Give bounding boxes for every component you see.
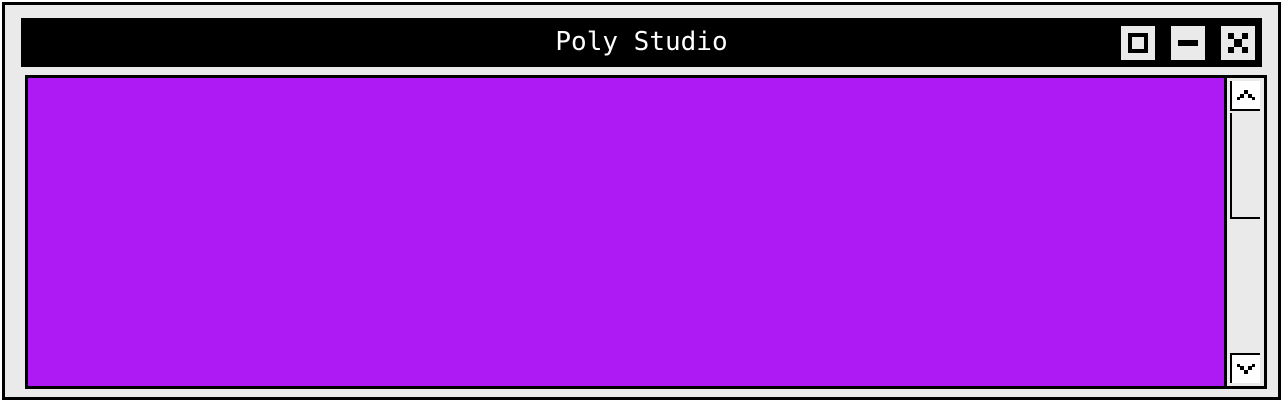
canvas-area[interactable] [28, 78, 1227, 386]
window-title: Poly Studio [555, 27, 728, 57]
scrollbar-thumb[interactable] [1230, 113, 1260, 219]
maximize-button[interactable] [1121, 26, 1155, 60]
close-icon [1228, 33, 1248, 53]
scroll-down-button[interactable] [1230, 353, 1260, 383]
close-button[interactable] [1221, 26, 1255, 60]
title-bar[interactable]: Poly Studio [21, 18, 1262, 67]
maximize-icon [1128, 33, 1148, 53]
vertical-scrollbar[interactable] [1227, 78, 1264, 386]
minimize-icon [1178, 40, 1198, 46]
scrollbar-track[interactable] [1230, 113, 1262, 351]
scroll-up-button[interactable] [1230, 81, 1260, 111]
app-window: Poly Studio [2, 2, 1281, 400]
content-frame [25, 75, 1267, 389]
chevron-up-icon [1237, 90, 1255, 100]
chevron-down-icon [1237, 364, 1255, 374]
minimize-button[interactable] [1171, 26, 1205, 60]
